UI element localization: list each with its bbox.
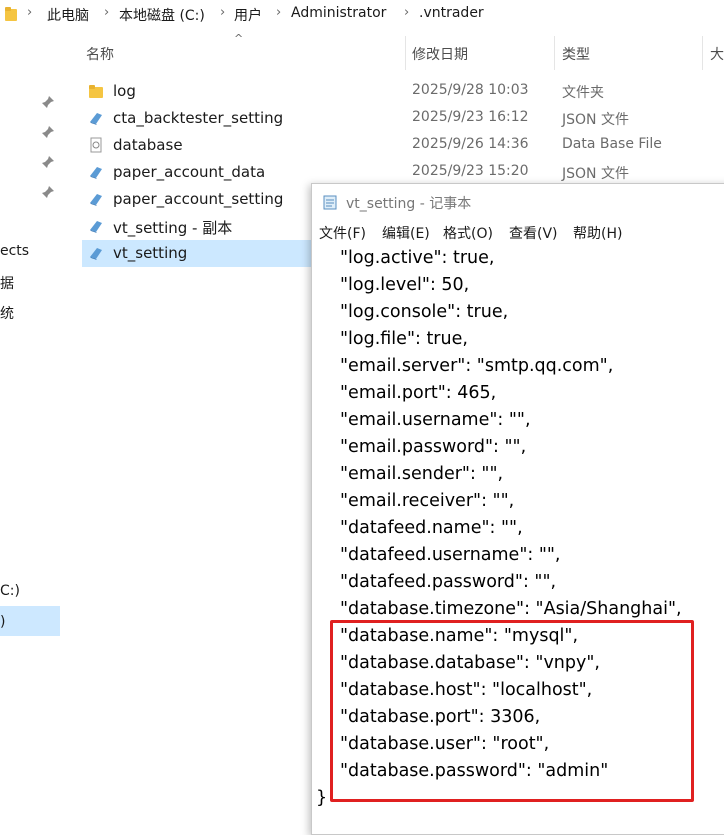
file-name: paper_account_data bbox=[113, 163, 266, 181]
column-divider[interactable] bbox=[702, 36, 703, 70]
chevron-right-icon: › bbox=[27, 5, 33, 20]
column-header-type[interactable]: 类型 bbox=[562, 44, 590, 64]
breadcrumb-users[interactable]: 用户 bbox=[234, 5, 262, 25]
chevron-right-icon: › bbox=[404, 5, 410, 20]
file-name: vt_setting bbox=[113, 244, 188, 262]
column-header-name[interactable]: 名称 bbox=[86, 44, 114, 64]
red-highlight-box bbox=[330, 620, 694, 802]
text-line: "log.active": true, bbox=[340, 248, 495, 268]
text-line: "log.console": true, bbox=[340, 302, 509, 322]
text-line: "email.sender": "", bbox=[340, 464, 504, 484]
nav-item-drive[interactable]: ) bbox=[0, 614, 5, 630]
column-header-size[interactable]: 大 bbox=[710, 44, 724, 64]
file-type: Data Base File bbox=[562, 136, 662, 152]
nav-item-objects[interactable]: ects bbox=[0, 243, 29, 259]
folder-icon bbox=[89, 85, 103, 98]
pin-icon[interactable] bbox=[41, 155, 55, 169]
closing-brace: } bbox=[316, 788, 328, 808]
file-row[interactable]: log 2025/9/28 10:03 文件夹 bbox=[82, 78, 702, 105]
file-modified: 2025/9/28 10:03 bbox=[412, 82, 529, 98]
nav-item-local-disk[interactable]: C:) bbox=[0, 583, 20, 599]
file-type: 文件夹 bbox=[562, 85, 604, 101]
nav-item-data[interactable]: 据 bbox=[0, 273, 14, 293]
file-modified: 2025/9/23 15:20 bbox=[412, 163, 529, 179]
file-name: log bbox=[113, 82, 136, 100]
text-line: "datafeed.name": "", bbox=[340, 518, 523, 538]
column-divider[interactable] bbox=[554, 36, 555, 70]
file-row[interactable]: paper_account_data 2025/9/23 15:20 JSON … bbox=[82, 159, 702, 186]
file-modified: 2025/9/23 16:12 bbox=[412, 109, 529, 125]
chevron-right-icon: › bbox=[220, 5, 226, 20]
menu-help[interactable]: 帮助(H) bbox=[573, 223, 622, 243]
nav-item-selected-bg bbox=[0, 606, 60, 636]
column-divider[interactable] bbox=[405, 36, 406, 70]
navigation-pane: ects 据 统 C:) ) bbox=[0, 28, 62, 820]
text-line: "log.file": true, bbox=[340, 329, 468, 349]
file-name: paper_account_setting bbox=[113, 190, 284, 208]
chevron-right-icon: › bbox=[104, 5, 110, 20]
pin-icon[interactable] bbox=[41, 95, 55, 109]
file-row[interactable]: cta_backtester_setting 2025/9/23 16:12 J… bbox=[82, 105, 702, 132]
menu-format[interactable]: 格式(O) bbox=[443, 223, 493, 243]
json-file-icon bbox=[90, 167, 102, 179]
menu-bar: 文件(F) 编辑(E) 格式(O) 查看(V) 帮助(H) bbox=[312, 218, 724, 244]
text-line: "datafeed.password": "", bbox=[340, 572, 557, 592]
text-line: "database.timezone": "Asia/Shanghai", bbox=[340, 599, 682, 619]
breadcrumb-administrator[interactable]: Administrator bbox=[291, 5, 386, 21]
file-row[interactable]: database 2025/9/26 14:36 Data Base File bbox=[82, 132, 702, 159]
text-line: "email.port": 465, bbox=[340, 383, 497, 403]
json-file-icon bbox=[90, 221, 102, 233]
json-file-icon bbox=[90, 194, 102, 206]
breadcrumb-this-pc[interactable]: 此电脑 bbox=[47, 5, 89, 25]
json-file-icon bbox=[90, 248, 102, 260]
text-line: "log.level": 50, bbox=[340, 275, 470, 295]
menu-edit[interactable]: 编辑(E) bbox=[382, 223, 430, 243]
pin-icon[interactable] bbox=[41, 185, 55, 199]
window-title: vt_setting - 记事本 bbox=[346, 196, 472, 212]
menu-view[interactable]: 查看(V) bbox=[509, 223, 558, 243]
column-header-modified[interactable]: 修改日期 bbox=[412, 44, 468, 64]
pin-icon[interactable] bbox=[41, 125, 55, 139]
json-file-icon bbox=[90, 113, 102, 125]
menu-file[interactable]: 文件(F) bbox=[319, 223, 366, 243]
text-line: "email.username": "", bbox=[340, 410, 531, 430]
text-line: "email.server": "smtp.qq.com", bbox=[340, 356, 614, 376]
file-name: database bbox=[113, 136, 183, 154]
chevron-right-icon: › bbox=[276, 5, 282, 20]
db-file-icon bbox=[90, 137, 102, 153]
file-type: JSON 文件 bbox=[562, 166, 629, 182]
text-line: "datafeed.username": "", bbox=[340, 545, 561, 565]
file-modified: 2025/9/26 14:36 bbox=[412, 136, 529, 152]
breadcrumb-local-disk[interactable]: 本地磁盘 (C:) bbox=[119, 5, 205, 25]
notepad-window[interactable]: vt_setting - 记事本 文件(F) 编辑(E) 格式(O) 查看(V)… bbox=[311, 183, 724, 835]
notepad-app-icon bbox=[323, 195, 337, 210]
notepad-title-bar[interactable]: vt_setting - 记事本 bbox=[312, 184, 724, 218]
file-name: vt_setting - 副本 bbox=[113, 219, 233, 237]
nav-item-system[interactable]: 统 bbox=[0, 303, 14, 323]
text-line: "email.receiver": "", bbox=[340, 491, 515, 511]
file-type: JSON 文件 bbox=[562, 112, 629, 128]
file-name: cta_backtester_setting bbox=[113, 109, 284, 127]
address-bar[interactable]: › 此电脑 › 本地磁盘 (C:) › 用户 › Administrator ›… bbox=[0, 0, 724, 28]
sort-ascending-icon: ^ bbox=[234, 32, 244, 45]
folder-icon bbox=[5, 7, 17, 21]
text-line: "email.password": "", bbox=[340, 437, 527, 457]
text-editor[interactable]: "log.active": true, "log.level": 50, "lo… bbox=[312, 244, 724, 834]
breadcrumb-vntrader[interactable]: .vntrader bbox=[419, 5, 484, 21]
